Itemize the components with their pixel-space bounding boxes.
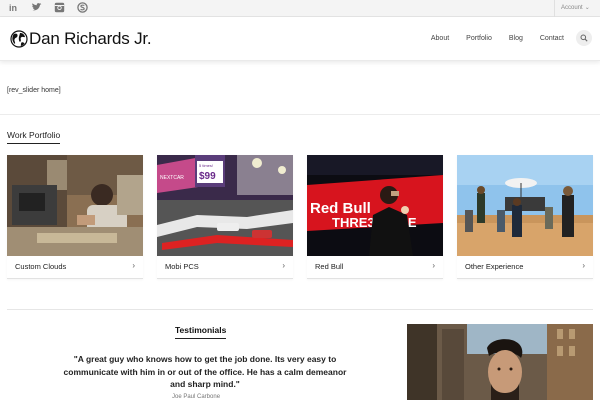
red-bull-thumbnail: Red Bull THRE3STYLE [307, 155, 443, 256]
custom-clouds-thumbnail [7, 155, 143, 256]
site-title: Dan Richards Jr. [29, 29, 152, 48]
chevron-right-icon: › [282, 261, 285, 270]
account-menu[interactable]: Account ⌄ [554, 0, 600, 17]
testimonial-author: Joe Paul Carbone [172, 394, 221, 400]
testimonials-heading: Testimonials [175, 325, 227, 339]
linkedin-icon[interactable]: in [8, 2, 19, 13]
search-button[interactable] [576, 30, 592, 46]
divider [0, 114, 600, 115]
chevron-down-icon: ⌄ [584, 5, 590, 11]
site-header: Dan Richards Jr. About Portfolio Blog Co… [0, 17, 600, 61]
portfolio-card-custom-clouds[interactable]: Custom Clouds › [7, 155, 143, 279]
portfolio-card-mobi-pcs[interactable]: NEXTCAR 5 times! $99 Mobi PCS › [157, 155, 293, 279]
skype-icon[interactable] [77, 2, 88, 13]
mobi-banner-text: NEXTCAR [160, 175, 184, 181]
nav-portfolio[interactable]: Portfolio [466, 35, 492, 42]
globe-icon [10, 30, 28, 48]
mobi-price-text: $99 [199, 171, 216, 182]
twitter-icon[interactable] [31, 2, 42, 13]
slider-shortcode-text: [rev_slider home] [7, 87, 61, 94]
testimonial-quote: "A great guy who knows how to get the jo… [63, 354, 347, 389]
account-label: Account [561, 5, 583, 11]
card-title: Red Bull [315, 262, 344, 271]
card-title: Custom Clouds [15, 262, 67, 271]
other-experience-thumbnail [457, 155, 593, 256]
nav-about[interactable]: About [431, 35, 449, 42]
mobi-pcs-thumbnail: NEXTCAR 5 times! $99 [157, 155, 293, 256]
mobi-sign-text: 5 times! [199, 163, 213, 168]
nav-blog[interactable]: Blog [509, 35, 523, 42]
nav-contact[interactable]: Contact [540, 35, 564, 42]
portfolio-grid: Custom Clouds › NEXTCAR 5 times! $99 Mob… [7, 155, 593, 279]
profile-photo [407, 324, 593, 400]
portfolio-card-other-experience[interactable]: Other Experience › [457, 155, 593, 279]
divider [7, 309, 593, 310]
social-links: in [8, 2, 88, 13]
portfolio-heading: Work Portfolio [7, 130, 61, 144]
site-logo[interactable]: Dan Richards Jr. [10, 29, 152, 49]
instagram-icon[interactable] [54, 2, 65, 13]
card-title: Mobi PCS [165, 262, 199, 271]
main-nav: About Portfolio Blog Contact [414, 30, 592, 46]
top-bar: in Account ⌄ [0, 0, 600, 17]
chevron-right-icon: › [582, 261, 585, 270]
card-title: Other Experience [465, 262, 524, 271]
portfolio-card-red-bull[interactable]: Red Bull THRE3STYLE Red Bull › [307, 155, 443, 279]
chevron-right-icon: › [432, 261, 435, 270]
chevron-right-icon: › [132, 261, 135, 270]
search-icon [580, 34, 588, 42]
linkedin-label: in [9, 3, 17, 13]
